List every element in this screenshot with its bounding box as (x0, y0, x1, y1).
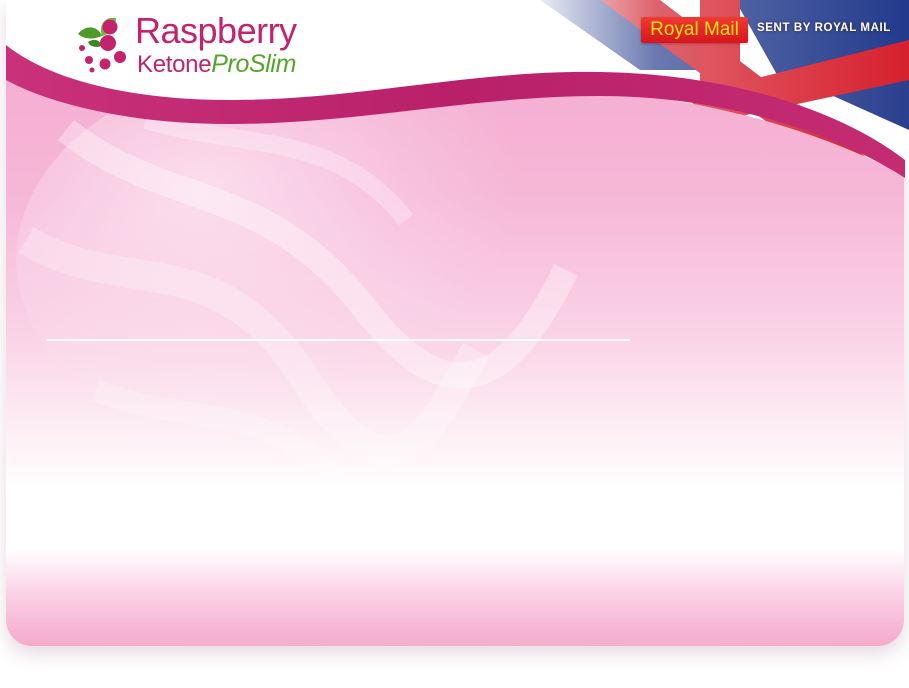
brand-name-proslim: ProSlim (211, 50, 296, 78)
content-divider (46, 339, 630, 341)
brand-name-raspberry: Raspberry (135, 10, 297, 51)
sent-by-royal-mail-label: SENT BY ROYAL MAIL (757, 22, 891, 34)
brand-logo[interactable]: Raspberry KetoneProSlim (72, 10, 322, 81)
royal-mail-badge: Royal Mail (641, 17, 748, 43)
page: Raspberry KetoneProSlim Royal Mail SENT … (0, 0, 909, 688)
raspberry-leaf-logo-icon (78, 17, 126, 73)
brand-name-line2: KetoneProSlim (137, 51, 296, 81)
card-bottom-shadow (0, 640, 909, 676)
brand-name-ketone: Ketone (137, 51, 212, 78)
